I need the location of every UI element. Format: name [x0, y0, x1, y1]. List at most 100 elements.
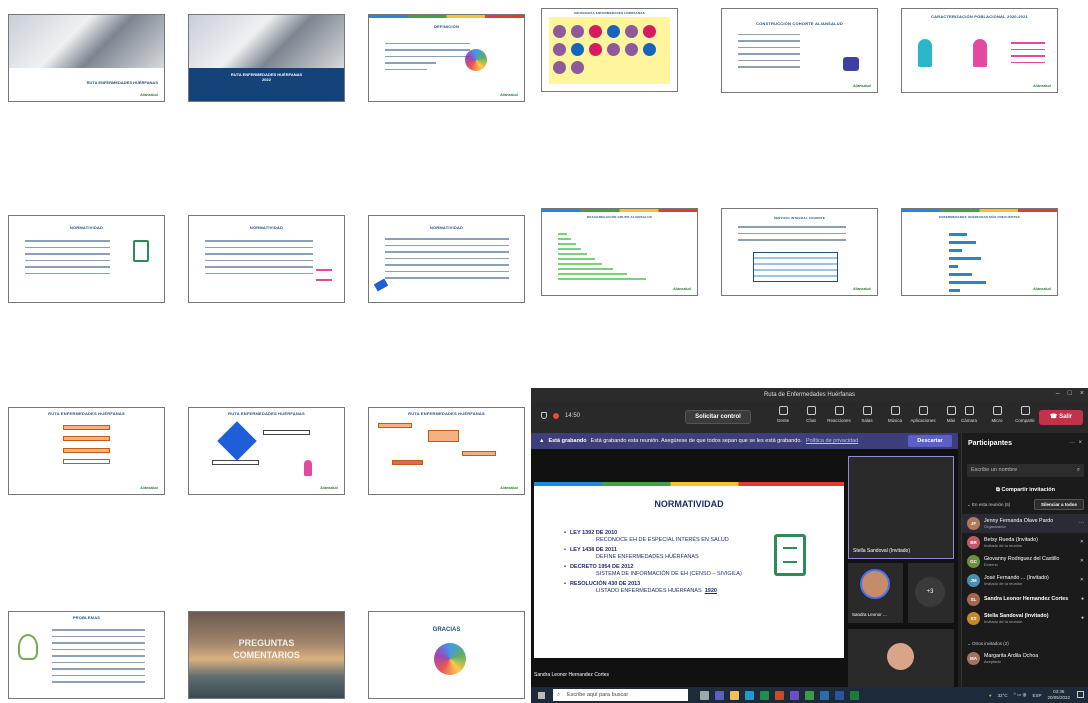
thumb-title: PROBLEMAS — [72, 615, 101, 621]
bar-chart — [948, 233, 1042, 295]
powerpoint-icon[interactable] — [775, 690, 784, 700]
more-icon[interactable]: ··· — [1079, 520, 1084, 526]
participant-search-input[interactable]: Escribe un nombre ⌕ — [967, 464, 1084, 477]
participant-row[interactable]: SL Sandra Leonor Hernandez Cortes ● — [962, 590, 1088, 609]
slide-thumbnail-12[interactable]: ENFERMEDADES HUÉRFANAS MÁS FRECUENTES Al… — [901, 208, 1058, 296]
logo: Aliansalud — [1033, 286, 1051, 291]
figure-icon — [303, 459, 312, 476]
music-button[interactable]: Música — [885, 406, 905, 423]
excel-icon[interactable] — [760, 690, 769, 700]
more-participants-tile[interactable]: +3 — [908, 563, 954, 623]
slide-thumbnail-6[interactable]: CARACTERIZACIÓN POBLACIONAL 2020-2021 Al… — [901, 8, 1058, 93]
camera-button[interactable]: Cámara — [959, 406, 979, 423]
slide-thumbnail-11[interactable]: SERVICIO INTEGRAL COHORTE Aliansalud — [721, 208, 878, 296]
more-icon[interactable]: ··· — [1069, 440, 1075, 446]
rooms-icon — [862, 406, 872, 415]
slide-thumbnail-2[interactable]: RUTA ENFERMEDADES HUÉRFANAS 2022 — [188, 14, 345, 102]
participant-role: Invitado de la reunión — [984, 581, 1023, 586]
decision-diamond — [217, 421, 257, 461]
text-lines — [737, 33, 800, 73]
tray-icons[interactable]: ^ ▭ ◍ — [1014, 692, 1027, 698]
slide-thumbnail-8[interactable]: NORMATIVIDAD — [188, 215, 345, 303]
logo: Aliansalud — [853, 83, 871, 88]
taskbar-search-input[interactable]: Escribe aquí para buscar — [553, 689, 688, 701]
recording-banner: ▲ Está grabando Está grabando esta reuni… — [531, 433, 958, 449]
language-indicator[interactable]: ESP — [1032, 693, 1041, 698]
slide-thumbnail-10[interactable]: DESAGREGACIÓN GRUPO ALIANSALUD Aliansalu… — [541, 208, 698, 296]
slide-thumbnail-18[interactable]: GRACIAS — [368, 611, 525, 699]
comments-text: COMENTARIOS — [233, 649, 300, 660]
app-icon[interactable] — [820, 690, 829, 700]
minimize-icon[interactable]: – — [1056, 390, 1060, 397]
leave-button[interactable]: ☎ Salir — [1039, 410, 1083, 425]
other-invitees-section-header[interactable]: ⌄ Otros invitados (2) — [967, 641, 1009, 647]
slide-thumbnail-1[interactable]: RUTA ENFERMEDADES HUÉRFANAS Aliansalud — [8, 14, 165, 102]
share-button[interactable]: Compartir — [1015, 406, 1035, 423]
explorer-icon[interactable] — [730, 690, 739, 700]
flow-box — [212, 459, 259, 465]
teams-icon[interactable] — [715, 690, 724, 700]
slide-thumbnail-16[interactable]: PROBLEMAS — [8, 611, 165, 699]
notification-icon[interactable] — [1077, 691, 1084, 698]
participant-name: Giovanny Rodriguez del Castillo — [984, 556, 1060, 562]
mic-button[interactable]: Micro — [987, 406, 1007, 423]
participant-row[interactable]: JF Jenny Fernanda Olave Pardo Organizado… — [962, 514, 1088, 533]
close-icon[interactable]: × — [1080, 390, 1084, 397]
mic-off-icon: ✕ — [1079, 577, 1084, 583]
flow-box — [263, 430, 310, 436]
participant-row[interactable]: JM José Fernando ... (Invitado) Invitado… — [962, 571, 1088, 590]
avatar — [860, 569, 890, 599]
other-invitees-list: MA Margarita Ardila Ochoa Aceptado — [962, 649, 1088, 668]
privacy-policy-link[interactable]: Política de privacidad — [806, 438, 858, 444]
app-icon[interactable] — [850, 690, 859, 700]
task-view-icon[interactable] — [700, 690, 709, 700]
slide-thumbnail-14[interactable]: RUTA ENFERMEDADES HUÉRFANAS Aliansalud — [188, 407, 345, 495]
people-button[interactable]: Gente — [773, 406, 793, 423]
start-button[interactable] — [535, 687, 547, 703]
windows-taskbar: Escribe aquí para buscar ● 32°C ^ ▭ ◍ ES… — [531, 687, 1088, 703]
chrome-icon[interactable] — [805, 690, 814, 700]
apps-button[interactable]: Aplicaciones — [910, 406, 936, 423]
slide-thumbnail-7[interactable]: NORMATIVIDAD — [8, 215, 165, 303]
edge-icon[interactable] — [745, 690, 754, 700]
slide-thumbnail-17[interactable]: PREGUNTAS COMENTARIOS — [188, 611, 345, 699]
chat-button[interactable]: Chat — [801, 406, 821, 423]
questions-text: PREGUNTAS — [238, 637, 295, 648]
slide-title: NORMATIVIDAD — [654, 499, 724, 509]
participant-row[interactable]: GC Giovanny Rodriguez del Castillo Exter… — [962, 552, 1088, 571]
app-icon[interactable] — [790, 690, 799, 700]
slide-thumbnail-5[interactable]: CONSTRUCCIÓN COHORTE ALIANSALUD Aliansal… — [721, 8, 878, 93]
law-description-text: LISTADO ENFERMEDADES HUÉRFANAS — [596, 588, 702, 594]
video-tile-stella[interactable]: Stella Sandoval (Invitado) — [848, 456, 954, 559]
maximize-icon[interactable]: □ — [1068, 390, 1072, 397]
slide-thumbnail-3[interactable]: DEFINICIÓN Aliansalud — [368, 14, 525, 102]
disease-count-link[interactable]: 1920 — [705, 588, 717, 594]
participant-row[interactable]: BR Betsy Rueda (Invitado) Invitado de la… — [962, 533, 1088, 552]
in-meeting-section-header[interactable]: ⌄ En esta reunión (6) — [967, 502, 1010, 508]
participant-row[interactable]: SS Stella Sandoval (Invitado) Invitado d… — [962, 609, 1088, 628]
participant-row[interactable]: MA Margarita Ardila Ochoa Aceptado — [962, 649, 1088, 668]
rooms-button[interactable]: Salas — [857, 406, 877, 423]
video-tile-sandra[interactable]: Sandra Leonor ... — [848, 563, 903, 623]
shield-icon — [541, 412, 547, 419]
slide-thumbnail-4[interactable]: INFOGRAFÍA ENFERMEDADES HUÉRFANAS — [541, 8, 678, 92]
color-stripe — [902, 209, 1057, 212]
word-icon[interactable] — [835, 690, 844, 700]
dismiss-button[interactable]: Descartar — [908, 435, 952, 447]
share-invite-button[interactable]: ⧉ Compartir invitación — [967, 484, 1084, 496]
thumb-title: DEFINICIÓN — [433, 23, 460, 29]
more-button[interactable]: Más — [941, 406, 961, 423]
self-video-tile[interactable] — [848, 629, 954, 687]
close-icon[interactable]: × — [1078, 440, 1082, 446]
thumb-title: RUTA ENFERMEDADES HUÉRFANAS — [228, 411, 305, 417]
slide-thumbnail-15[interactable]: RUTA ENFERMEDADES HUÉRFANAS Aliansalud — [368, 407, 525, 495]
clock[interactable]: 03:36 20/05/2022 — [1047, 689, 1070, 701]
slide-thumbnail-9[interactable]: NORMATIVIDAD — [368, 215, 525, 303]
mute-all-button[interactable]: Silenciar a todos — [1034, 499, 1084, 510]
windows-icon — [537, 691, 545, 699]
reactions-button[interactable]: Reacciones — [827, 406, 851, 423]
slide-thumbnail-13[interactable]: RUTA ENFERMEDADES HUÉRFANAS Aliansalud — [8, 407, 165, 495]
thumb-title: DESAGREGACIÓN GRUPO ALIANSALUD — [587, 215, 652, 220]
meeting-toolbar: 14:50 Solicitar control Gente Chat Reacc… — [531, 402, 1088, 433]
request-control-button[interactable]: Solicitar control — [685, 410, 751, 424]
